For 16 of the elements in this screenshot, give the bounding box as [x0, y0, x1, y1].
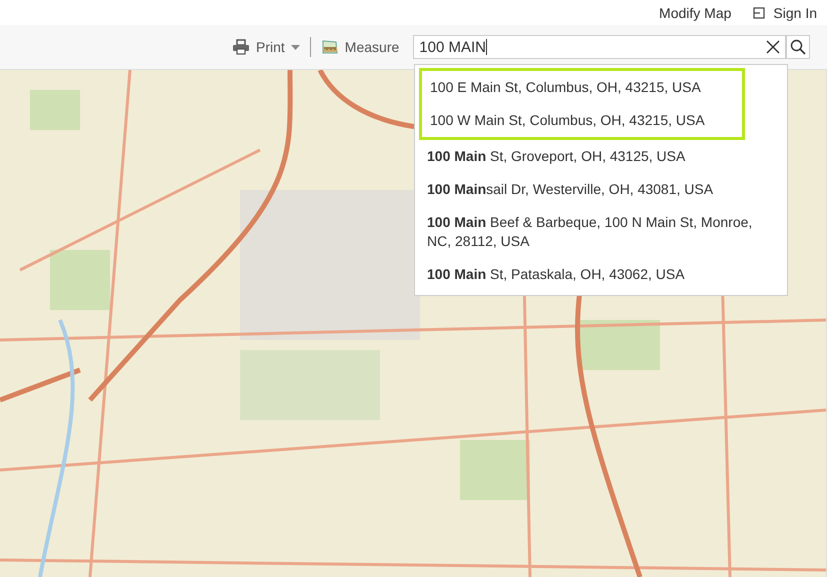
suggestion-item[interactable]: 100 W Main St, Columbus, OH, 43215, USA: [422, 104, 742, 137]
search-icon: [790, 39, 806, 55]
ruler-icon: [320, 39, 339, 55]
suggestion-item[interactable]: 100 Main Beef & Barbeque, 100 N Main St, Monroe, NC, 28112, USA: [419, 206, 787, 258]
measure-button[interactable]: Measure: [316, 37, 404, 57]
suggestion-item[interactable]: 100 Mainsail Dr, Westerville, OH, 43081, USA: [419, 173, 787, 206]
caret-icon: [290, 44, 300, 50]
suggestion-item[interactable]: 100 Main St, Groveport, OH, 43125, USA: [419, 140, 787, 173]
printer-icon: [232, 39, 250, 55]
sign-in-link[interactable]: Sign In: [773, 4, 817, 20]
search-button[interactable]: [786, 35, 810, 59]
print-button[interactable]: Print: [228, 37, 304, 57]
suggestion-item[interactable]: 100 E Main St, Columbus, OH, 43215, USA: [422, 71, 742, 104]
sign-in-icon: [753, 6, 766, 18]
modify-map-link[interactable]: Modify Map: [659, 4, 732, 20]
suggestion-item[interactable]: 100 Main St, Pataskala, OH, 43062, USA: [419, 258, 787, 291]
